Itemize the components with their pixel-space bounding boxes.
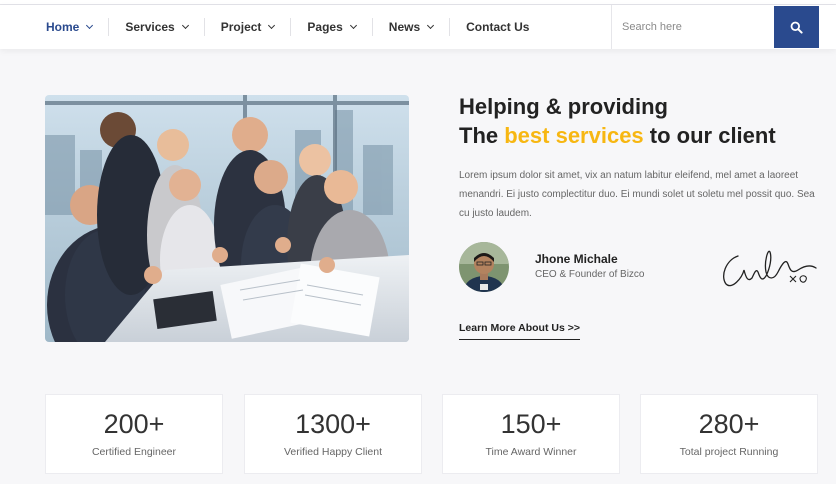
headline-accent: best services — [504, 123, 644, 148]
chevron-down-icon — [86, 21, 94, 30]
nav-item-label: News — [388, 20, 421, 34]
nav-item-services[interactable]: Services — [109, 5, 203, 49]
stat-value: 280+ — [698, 409, 760, 439]
stat-card: 200+ Certified Engineer — [45, 394, 223, 474]
stat-label: Time Award Winner — [485, 446, 577, 458]
stat-card: 280+ Total project Running — [640, 394, 818, 474]
author-name: Jhone Michale — [535, 252, 618, 266]
learn-more-link[interactable]: Learn More About Us >> — [459, 322, 580, 340]
nav-item-news[interactable]: News — [373, 5, 449, 49]
headline-line-1: Helping & providing — [459, 94, 668, 119]
nav-item-label: Contact Us — [466, 20, 530, 34]
search-box — [611, 5, 836, 49]
nav-item-project[interactable]: Project — [205, 5, 291, 49]
chevron-down-icon — [349, 21, 357, 30]
main-menu: Home Services Project Pages News Contact… — [30, 5, 545, 49]
nav-item-pages[interactable]: Pages — [291, 5, 371, 49]
search-input[interactable] — [612, 5, 774, 49]
nav-item-home[interactable]: Home — [30, 5, 108, 49]
signature — [723, 250, 817, 287]
stat-label: Verified Happy Client — [283, 446, 383, 458]
main-navbar: Home Services Project Pages News Contact… — [0, 5, 836, 49]
nav-item-contact-us[interactable]: Contact Us — [450, 5, 545, 49]
nav-item-label: Pages — [307, 20, 343, 34]
author-role: CEO & Founder of Bizco — [535, 269, 645, 280]
stat-value: 150+ — [500, 409, 562, 439]
headline-pre: The — [459, 123, 505, 148]
stat-label: Total project Running — [679, 446, 779, 458]
hero-description: Lorem ipsum dolor sit amet, vix an natum… — [459, 170, 815, 219]
author-avatar — [459, 242, 509, 292]
nav-item-label: Services — [125, 20, 175, 34]
stat-card: 1300+ Verified Happy Client — [244, 394, 422, 474]
chevron-down-icon — [427, 21, 435, 30]
search-button[interactable] — [774, 6, 819, 48]
chevron-down-icon — [268, 21, 276, 30]
chevron-down-icon — [181, 21, 189, 30]
stat-value: 200+ — [103, 409, 165, 439]
team-photo — [45, 95, 409, 342]
stat-value: 1300+ — [295, 409, 371, 439]
hero-headline: Helping & providing The best services to… — [459, 92, 819, 150]
stat-card: 150+ Time Award Winner — [442, 394, 620, 474]
stat-label: Certified Engineer — [91, 446, 177, 458]
headline-post: to our client — [643, 123, 776, 148]
search-icon — [790, 21, 803, 34]
nav-item-label: Home — [46, 20, 80, 34]
nav-item-label: Project — [220, 20, 262, 34]
